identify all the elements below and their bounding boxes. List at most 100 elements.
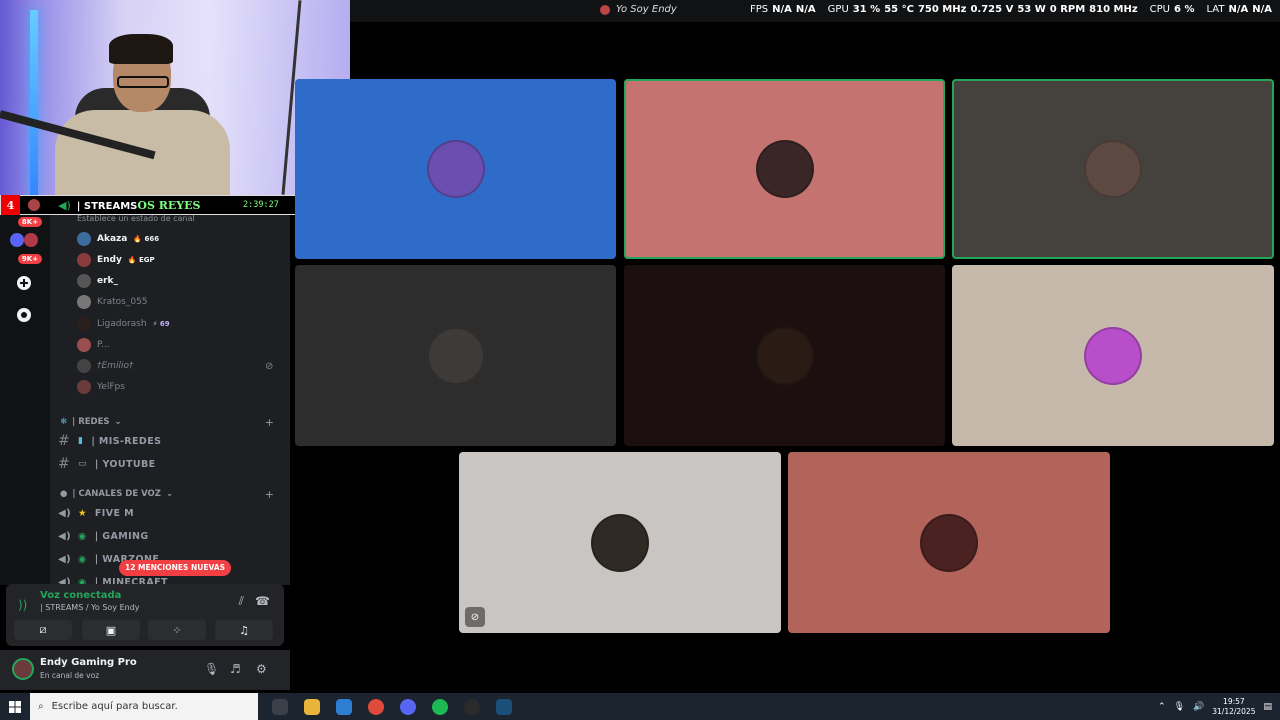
taskbar-app-obs[interactable] <box>456 693 488 720</box>
gpu-temp: 55 °C <box>884 4 914 15</box>
noise-suppression-icon[interactable]: ⫽ <box>239 594 244 609</box>
plus-icon[interactable] <box>14 273 34 293</box>
voice-user-name: YelFps <box>97 382 125 392</box>
activities-button[interactable]: ⁘ <box>148 620 206 640</box>
signal-icon[interactable]: )) <box>18 598 27 612</box>
camera-off-icon: ⧄ <box>39 623 47 636</box>
video-tile[interactable] <box>952 265 1274 446</box>
gpu-clock: 750 MHz <box>917 4 967 15</box>
streamer <box>55 34 230 195</box>
window-title-text: Yo Soy Endy <box>616 4 677 15</box>
avatar <box>1084 140 1142 198</box>
star-icon: ★ <box>78 507 87 519</box>
video-tile[interactable]: ⊘ <box>459 452 781 633</box>
avatar <box>77 253 91 267</box>
voice-channel-gaming[interactable]: ◀) ◉ | GAMING <box>58 526 149 546</box>
video-tile[interactable] <box>788 452 1110 633</box>
voice-user-name: Ligadorash <box>97 319 147 329</box>
speaker-icon: ◀) <box>58 198 71 212</box>
speaker-icon: ◀) <box>58 508 72 519</box>
camera-off-button[interactable]: ⧄ <box>14 620 72 640</box>
channel-label: | YOUTUBE <box>94 458 156 470</box>
add-channel-icon[interactable]: + <box>265 488 274 501</box>
microphone-icon[interactable]: 🎙 <box>204 662 219 676</box>
video-tile[interactable] <box>952 79 1274 259</box>
store-icon <box>336 698 352 715</box>
taskbar-app-chrome[interactable] <box>360 693 392 720</box>
notifications-icon[interactable]: ▤ <box>1263 702 1272 712</box>
soundboard-button[interactable]: ♫ <box>215 620 273 640</box>
server-icon-2[interactable] <box>24 233 38 247</box>
taskbar-app-explorer[interactable] <box>296 693 328 720</box>
server-icon-1[interactable] <box>10 233 24 247</box>
avatar <box>426 326 485 385</box>
voice-user[interactable]: †Emilio† <box>77 356 133 376</box>
avatar[interactable] <box>12 658 34 680</box>
app-window: Yo Soy Endy FPS N/A N/A GPU 31 % 55 °C 7… <box>0 0 1280 720</box>
voice-user-name: †Emilio† <box>97 361 134 371</box>
clock[interactable]: 19:57 31/12/2025 <box>1212 697 1255 717</box>
avatar <box>755 326 814 385</box>
video-tile[interactable] <box>624 265 945 446</box>
voice-channel-name[interactable]: | STREAMS / Yo Soy Endy <box>40 603 140 612</box>
voice-user[interactable]: Endy 🔥 EGP <box>77 250 155 270</box>
streamer-glasses <box>117 76 169 88</box>
screen-share-button[interactable]: ▣ <box>82 620 140 640</box>
voice-user[interactable]: Ligadorash ⚡ 69 <box>77 314 170 334</box>
channel-status-hint[interactable]: Establece un estado de canal <box>50 215 290 227</box>
video-tile[interactable] <box>295 79 616 259</box>
voice-channel-five-m[interactable]: ◀) ★ FIVE M <box>58 503 134 523</box>
voice-user-tag: 🔥 666 <box>133 235 160 243</box>
video-tile[interactable] <box>624 79 945 259</box>
avatar <box>77 232 91 246</box>
new-mentions-pill[interactable]: 12 MENCIONES NUEVAS <box>119 560 231 576</box>
stream-count: 4 <box>1 195 20 215</box>
muted-icon: ⊘ <box>465 607 485 627</box>
channel-mis-redes[interactable]: # ▮ | MIS-REDES <box>58 431 161 451</box>
user-panel: Endy Gaming Pro En canal de voz 🎙 ♬ ⚙ <box>0 650 290 690</box>
activities-icon: ⁘ <box>172 623 182 637</box>
video-tile[interactable] <box>295 265 616 446</box>
compass-icon[interactable] <box>14 305 34 325</box>
voice-user[interactable]: P... <box>77 335 110 355</box>
channel-label: | MIS-REDES <box>91 435 162 447</box>
avatar <box>77 380 91 394</box>
stream-title: | STREAMSOS REYES <box>77 199 201 212</box>
avatar <box>920 513 978 572</box>
chevron-up-icon[interactable]: ⌃ <box>1158 702 1166 712</box>
obs-icon <box>464 698 480 715</box>
taskbar-app-spotify[interactable] <box>424 693 456 720</box>
taskbar-app-discord[interactable] <box>392 693 424 720</box>
explorer-icon <box>304 698 320 715</box>
fps-value-a: N/A <box>772 4 792 15</box>
voice-user[interactable]: Kratos_055 <box>77 292 148 312</box>
channel-youtube[interactable]: # ▭ | YOUTUBE <box>58 454 156 474</box>
category-canales-de-voz[interactable]: ● | CANALES DE VOZ ⌄ + <box>60 488 280 501</box>
taskbar-search[interactable]: ⌕ Escribe aquí para buscar. <box>30 693 258 720</box>
disconnect-icon[interactable]: ☎ <box>255 594 270 608</box>
taskbar-app-store[interactable] <box>328 693 360 720</box>
avatar <box>28 199 40 211</box>
add-channel-icon[interactable]: + <box>265 416 274 429</box>
voice-user[interactable]: Akaza 🔥 666 <box>77 229 159 249</box>
task-view-icon <box>272 698 288 715</box>
channel-label: FIVE M <box>94 507 134 519</box>
system-tray: ⌃ 🎙 🔊 19:57 31/12/2025 ▤ <box>1158 693 1272 720</box>
voice-user-name: erk_ <box>97 276 119 286</box>
gear-icon[interactable]: ⚙ <box>256 662 267 676</box>
category-label: | REDES <box>72 417 110 427</box>
gpu-mem-clock: 810 MHz <box>1089 4 1138 15</box>
avatar <box>77 317 91 331</box>
volume-icon[interactable]: 🔊 <box>1193 702 1204 712</box>
category-redes[interactable]: ❄ | REDES ⌄ + <box>60 416 280 429</box>
microphone-icon[interactable]: 🎙 <box>1174 702 1185 712</box>
headphones-icon[interactable]: ♬ <box>230 662 241 676</box>
voice-user[interactable]: erk_ <box>77 271 118 291</box>
controller-icon: ◉ <box>78 530 87 542</box>
taskbar-app-task-view[interactable] <box>264 693 296 720</box>
voice-user[interactable]: YelFps <box>77 377 125 397</box>
user-name[interactable]: Endy Gaming Pro <box>40 657 137 668</box>
hash-icon: # <box>58 456 71 472</box>
taskbar-app-steam[interactable] <box>488 693 520 720</box>
windows-start-button[interactable] <box>0 693 30 720</box>
